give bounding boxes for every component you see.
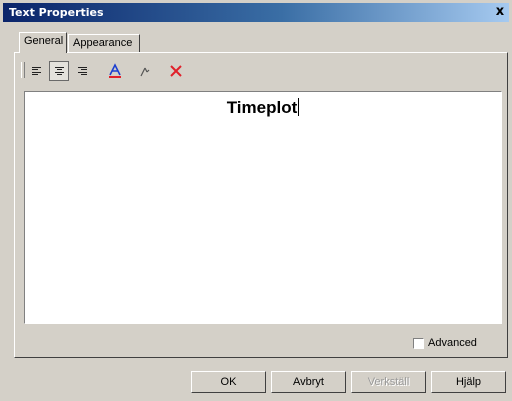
tab-appearance[interactable]: Appearance [68,34,140,53]
toolbar-grip[interactable] [21,62,25,78]
formatting-toolbar [20,58,240,84]
font-color-icon[interactable] [105,61,125,81]
align-left-icon[interactable] [26,61,46,81]
advanced-label: Advanced [428,337,477,349]
delete-icon[interactable] [166,61,186,81]
tab-label: Appearance [73,37,133,49]
tab-general[interactable]: General [19,32,67,53]
text-properties-dialog: Text Properties x Appearance General Tim… [0,0,512,401]
help-button[interactable]: Hjälp [431,371,506,393]
tab-label: General [24,35,64,47]
title-bar[interactable]: Text Properties x [3,3,509,22]
ok-button[interactable]: OK [191,371,266,393]
formula-icon[interactable] [135,61,155,81]
close-icon[interactable]: x [492,4,508,20]
align-center-icon[interactable] [49,61,69,81]
advanced-checkbox[interactable] [413,337,424,349]
text-editor[interactable]: Timeplot [24,91,502,324]
editor-content: Timeplot [226,98,298,117]
window-title: Text Properties [9,6,104,19]
align-right-icon[interactable] [72,61,92,81]
apply-button[interactable]: Verkställ [351,371,426,393]
text-caret [298,98,300,116]
cancel-button[interactable]: Avbryt [271,371,346,393]
advanced-option[interactable]: Advanced [413,336,477,350]
